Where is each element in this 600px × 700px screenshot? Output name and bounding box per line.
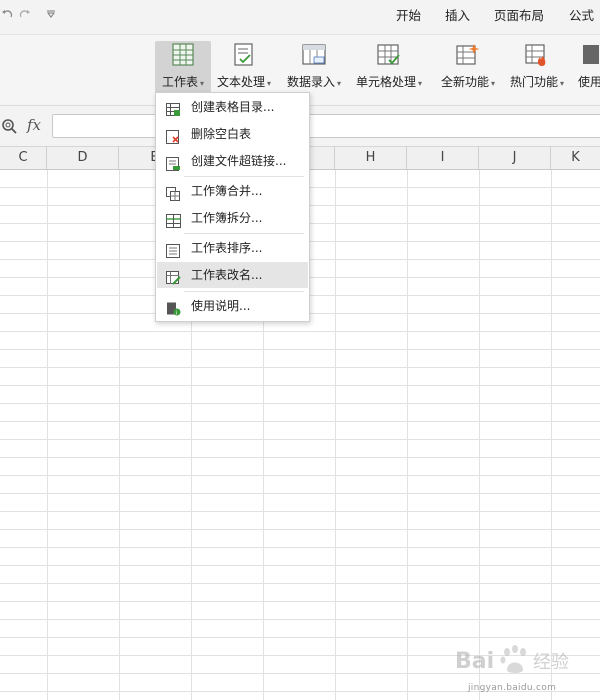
table-catalog-icon [166,100,180,116]
zoom-icon[interactable] [1,118,17,138]
menu-item-help[interactable]: i 使用说明... [157,293,308,319]
new-feature-icon [438,43,498,69]
tab-insert[interactable]: 插入 [445,0,470,34]
column-header-i[interactable]: I [407,147,479,169]
menu-item-delete-blank[interactable]: 删除空白表 [157,121,308,147]
menu-divider [184,233,304,234]
column-header-j[interactable]: J [479,147,551,169]
column-header-k[interactable]: K [551,147,600,169]
menu-item-label: 创建表格目录... [191,100,275,114]
column-header-h[interactable]: H [335,147,407,169]
workbook-split-icon [166,211,181,228]
file-hyperlink-icon [166,154,180,171]
menu-item-sheet-sort[interactable]: 工作表排序... [157,235,308,261]
menu-item-workbook-split[interactable]: 工作簿拆分... [157,205,308,231]
fx-label[interactable]: fx [27,116,41,134]
tab-page-layout[interactable]: 页面布局 [494,0,544,34]
new-feature-label: 全新功能 [440,75,489,89]
cell-processing-label: 单元格处理 [355,75,416,89]
usage-icon [582,43,600,69]
worksheet-button[interactable]: 工作表 ▾ [155,41,211,97]
usage-button[interactable]: 使用 [578,41,600,97]
tab-formula[interactable]: 公式 [569,0,594,34]
menu-item-label: 工作表排序... [191,241,263,255]
menu-item-create-catalog[interactable]: 创建表格目录... [157,94,308,120]
hot-feature-icon [506,43,568,69]
customize-arrow-icon[interactable] [46,8,56,24]
hot-feature-button[interactable]: 热门功能 ▾ [506,41,568,97]
menu-item-workbook-merge[interactable]: 工作簿合并... [157,178,308,204]
watermark-url: jingyan.baidu.com [468,683,557,693]
data-entry-button[interactable]: 数据录入 ▾ [284,41,344,97]
worksheet-dropdown-menu: 创建表格目录... 删除空白表 创建文件超链接... 工作簿合并... 工作簿拆… [155,92,310,322]
menu-item-sheet-rename[interactable]: 工作表改名... [157,262,308,288]
cell-processing-button[interactable]: 单元格处理 ▾ [352,41,426,97]
undo-icon[interactable] [2,8,13,24]
help-doc-icon: i [166,299,181,316]
menu-item-label: 使用说明... [191,299,251,313]
tab-start[interactable]: 开始 [396,0,421,34]
sheet-rename-icon [166,268,181,285]
text-processing-button[interactable]: 文本处理 ▾ [214,41,274,97]
menu-item-label: 工作表改名... [191,268,263,282]
menu-divider [184,291,304,292]
worksheet-icon [155,43,211,69]
text-processing-label: 文本处理 [216,75,265,89]
delete-blank-sheet-icon [166,127,180,144]
column-header-c[interactable]: C [0,147,47,169]
data-entry-icon [284,43,344,69]
column-header-d[interactable]: D [47,147,119,169]
formula-input[interactable] [52,114,600,138]
svg-text:经验: 经验 [533,652,569,673]
menu-divider [184,176,304,177]
worksheet-label: 工作表 [161,75,198,89]
menu-item-label: 删除空白表 [191,127,252,141]
menu-item-label: 工作簿合并... [191,184,263,198]
menu-item-file-hyperlink[interactable]: 创建文件超链接... [157,148,308,174]
new-feature-button[interactable]: 全新功能 ▾ [438,41,498,97]
hot-feature-label: 热门功能 [509,75,558,89]
svg-text:Bai: Bai [455,649,494,674]
data-entry-label: 数据录入 [286,75,335,89]
text-processing-icon [214,43,274,69]
usage-label: 使用 [578,75,600,89]
title-bar: 开始 插入 页面布局 公式 [0,0,600,35]
workbook-merge-icon [166,184,180,201]
redo-icon[interactable] [19,8,31,24]
sheet-sort-icon [166,241,180,258]
menu-item-label: 创建文件超链接... [191,154,287,168]
menu-item-label: 工作簿拆分... [191,211,263,225]
cell-processing-icon [352,43,426,69]
